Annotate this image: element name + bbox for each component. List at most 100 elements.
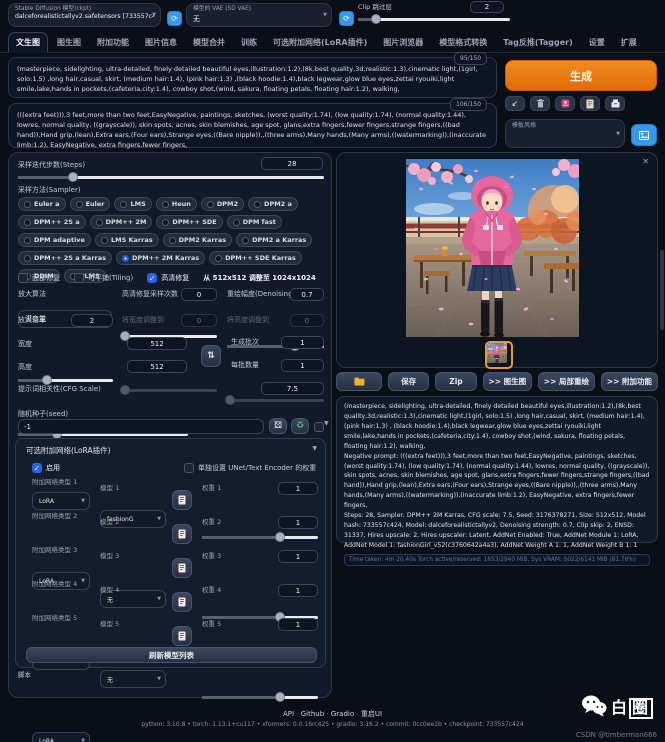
- upscale-by-slider[interactable]: [18, 375, 113, 385]
- tab-png-info[interactable]: 图片信息: [138, 33, 184, 52]
- addnet-type-dropdown[interactable]: LoRA▼: [32, 492, 90, 510]
- tab-merge[interactable]: 模型合并: [186, 33, 232, 52]
- vae-select[interactable]: 模型的 VAE (SD VAE) 无 ▼: [186, 3, 332, 27]
- addnet-metadata-button[interactable]: [172, 592, 192, 612]
- addnet-weight-slider[interactable]: [202, 532, 318, 542]
- gradio-link[interactable]: Gradio: [331, 710, 354, 718]
- styles-dropdown[interactable]: 模板风格 ▼: [505, 119, 625, 148]
- send-to-extras-button[interactable]: >> 附加功能: [601, 372, 658, 391]
- sampler-option[interactable]: DPM adaptive: [18, 233, 91, 247]
- gallery-thumbnail[interactable]: [485, 341, 513, 369]
- sampler-option[interactable]: DPM++ 2S a Karras: [18, 251, 112, 265]
- sampler-option[interactable]: Euler a: [18, 197, 66, 211]
- tiling-checkbox[interactable]: 可平铺(Tiling): [74, 273, 133, 283]
- open-folder-button[interactable]: [336, 372, 382, 391]
- addnet-weight-value[interactable]: 1: [278, 516, 318, 529]
- addnet-type-dropdown[interactable]: LoRA▼: [32, 732, 90, 742]
- cfg-value[interactable]: 7.5: [261, 382, 324, 395]
- sampler-option[interactable]: Euler: [70, 197, 111, 211]
- addnet-metadata-button[interactable]: [172, 524, 192, 544]
- steps-slider[interactable]: [18, 172, 324, 182]
- addnet-metadata-button[interactable]: [172, 558, 192, 578]
- addnet-model-dropdown[interactable]: 无▼: [100, 670, 166, 688]
- addnet-metadata-button[interactable]: [172, 626, 192, 646]
- tab-image-browser[interactable]: 图片浏览器: [376, 33, 430, 52]
- send-to-img2img-button[interactable]: >> 图生图: [483, 372, 532, 391]
- seed-expand-arrow[interactable]: ▼: [324, 420, 329, 427]
- tab-settings[interactable]: 设置: [582, 33, 612, 52]
- upscale-by-value[interactable]: 2: [71, 314, 113, 327]
- clip-skip-value[interactable]: 2: [470, 1, 504, 13]
- refresh-vae-button[interactable]: ⟳: [339, 11, 354, 26]
- save-button[interactable]: 保存: [388, 372, 429, 391]
- addnet-enable-checkbox[interactable]: ✓ 启用: [32, 463, 60, 473]
- tab-lora[interactable]: 可选附加网络(LoRA插件): [266, 33, 374, 52]
- prompt-textarea[interactable]: (masterpiece, sidelighting, ultra-detail…: [8, 57, 497, 98]
- reuse-seed-button[interactable]: ♻: [291, 418, 309, 434]
- clip-skip-slider[interactable]: [358, 14, 510, 24]
- extra-seed-checkbox[interactable]: [314, 422, 324, 432]
- tab-extensions[interactable]: 扩展: [614, 33, 644, 52]
- close-icon[interactable]: ✕: [642, 157, 649, 166]
- tab-extras[interactable]: 附加功能: [90, 33, 136, 52]
- addnet-weight-value[interactable]: 1: [278, 550, 318, 563]
- tab-tagger[interactable]: Tag反推(Tagger): [496, 33, 580, 52]
- addnet-collapse-arrow[interactable]: ▼: [312, 445, 317, 452]
- width-value[interactable]: 512: [127, 337, 187, 350]
- sampler-option[interactable]: DPM2: [201, 197, 244, 211]
- addnet-metadata-button[interactable]: [172, 490, 192, 510]
- generate-button[interactable]: 生成: [505, 60, 657, 91]
- addnet-weight-slider[interactable]: [202, 692, 318, 702]
- checkpoint-select[interactable]: Stable Diffusion 模型(ckpt) dalceforealist…: [8, 3, 161, 27]
- sampler-option[interactable]: DPM++ 2M: [90, 215, 153, 229]
- zip-button[interactable]: Zip: [435, 372, 476, 391]
- sampler-option[interactable]: DPM fast: [227, 215, 282, 229]
- denoising-value[interactable]: 0.7: [290, 288, 324, 301]
- batch-size-value[interactable]: 1: [281, 359, 324, 372]
- negative-prompt-textarea[interactable]: (((extra feet))),3 feet,more than two fe…: [8, 103, 497, 148]
- checkbox-icon: [184, 463, 194, 473]
- clear-prompt-button[interactable]: [530, 96, 550, 111]
- sampler-option[interactable]: DPM++ 2S a: [18, 215, 86, 229]
- addnet-weight-value[interactable]: 1: [278, 482, 318, 495]
- refresh-checkpoint-button[interactable]: ⟳: [167, 11, 182, 26]
- tab-model-convert[interactable]: 模型格式转换: [432, 33, 494, 52]
- send-to-inpaint-button[interactable]: >> 局部重绘: [538, 372, 595, 391]
- sampler-option[interactable]: DPM2 Karras: [163, 233, 233, 247]
- restore-faces-checkbox[interactable]: 面部修复: [18, 273, 60, 283]
- sampler-option[interactable]: LMS: [114, 197, 151, 211]
- scrollbar-thumb[interactable]: [660, 250, 664, 330]
- seed-input[interactable]: -1: [18, 419, 264, 434]
- sampler-option[interactable]: LMS Karras: [95, 233, 159, 247]
- generated-image[interactable]: [406, 159, 579, 337]
- sampler-option[interactable]: DPM++ SDE: [156, 215, 222, 229]
- swap-dimensions-button[interactable]: ⇅: [201, 345, 221, 367]
- sampler-option[interactable]: DPM2 a: [248, 197, 298, 211]
- height-value[interactable]: 512: [127, 360, 187, 373]
- apply-style-button[interactable]: [580, 96, 600, 111]
- addnet-separate-checkbox[interactable]: 单独设置 UNet/Text Encoder 的权重: [184, 463, 316, 473]
- batch-count-value[interactable]: 1: [281, 336, 324, 349]
- tab-train[interactable]: 训练: [234, 33, 264, 52]
- random-seed-button[interactable]: ⚄: [269, 418, 287, 434]
- github-link[interactable]: Github: [301, 710, 324, 718]
- addnet-weight-value[interactable]: 1: [278, 584, 318, 597]
- read-params-button[interactable]: ↙: [505, 96, 525, 111]
- steps-value[interactable]: 28: [261, 157, 323, 170]
- addnet-weight-value[interactable]: 1: [278, 618, 318, 631]
- styles-refresh-button[interactable]: [631, 124, 657, 146]
- refresh-models-button[interactable]: 刷新模型列表: [26, 647, 317, 663]
- extra-networks-button[interactable]: [555, 96, 575, 111]
- sampler-option[interactable]: DPM++ SDE Karras: [209, 251, 302, 265]
- tab-txt2img[interactable]: 文生图: [8, 32, 48, 53]
- api-link[interactable]: API: [283, 710, 294, 718]
- hires-steps-value[interactable]: 0: [181, 288, 217, 301]
- sampler-option[interactable]: Heun: [156, 197, 197, 211]
- sampler-option[interactable]: DPM2 a Karras: [236, 233, 312, 247]
- save-label: 保存: [401, 376, 416, 387]
- tab-img2img[interactable]: 图生图: [50, 33, 88, 52]
- hires-fix-checkbox[interactable]: ✓高清修复: [147, 273, 189, 283]
- sampler-option-selected[interactable]: DPM++ 2M Karras: [116, 251, 205, 265]
- reload-ui-link[interactable]: 重启UI: [361, 710, 382, 718]
- save-style-button[interactable]: [605, 96, 625, 111]
